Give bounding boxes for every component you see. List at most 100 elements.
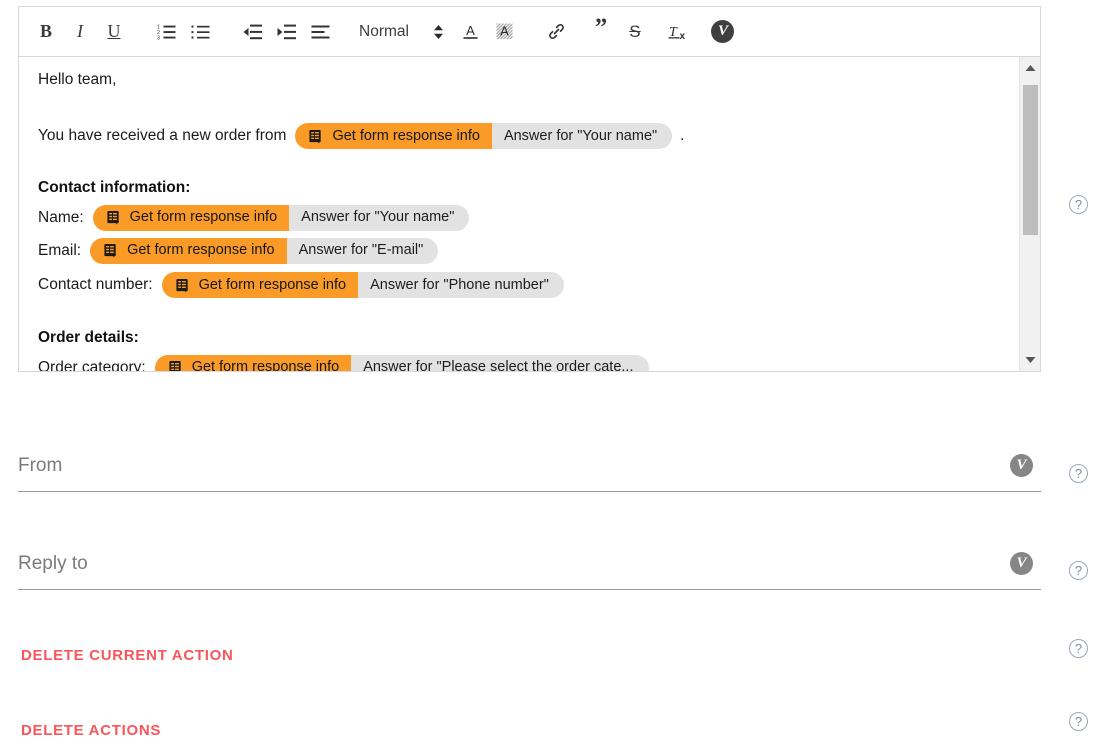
name-line: Name: Get form response info Answer for … xyxy=(38,202,1003,233)
token-answer-label: Answer for "Phone number" xyxy=(358,272,564,298)
help-from-icon[interactable]: ? xyxy=(1069,464,1088,483)
token-source-label: Get form response info xyxy=(332,127,480,144)
variable-picker-button[interactable]: V xyxy=(706,15,740,49)
token-source: Get form response info xyxy=(90,237,287,264)
help-delete-actions-icon[interactable]: ? xyxy=(1069,712,1088,731)
order-heading-text: Order details: xyxy=(38,329,139,347)
token-source-label: Get form response info xyxy=(127,242,275,259)
svg-text:A: A xyxy=(501,24,510,39)
outdent-button[interactable] xyxy=(235,15,269,49)
align-icon xyxy=(311,24,330,40)
editor-scrollbar[interactable] xyxy=(1019,57,1040,371)
svg-text:A: A xyxy=(467,23,476,38)
underline-icon: U xyxy=(107,21,121,41)
contact-heading-text: Contact information: xyxy=(38,178,191,196)
help-editor-icon[interactable]: ? xyxy=(1069,195,1088,214)
outdent-icon xyxy=(243,24,262,40)
text-color-button[interactable]: A xyxy=(454,15,488,49)
token-answer-label: Answer for "Your name" xyxy=(289,204,470,231)
token-source: Get form response info xyxy=(161,272,359,298)
order-category-label: Order category: xyxy=(38,358,146,371)
delete-current-action-button[interactable]: DELETE CURRENT ACTION xyxy=(21,647,233,664)
caret-up-icon xyxy=(1025,65,1036,71)
reply-to-field[interactable]: Reply to V xyxy=(18,544,1041,590)
bullet-list-icon xyxy=(191,23,210,40)
bold-button[interactable]: B xyxy=(29,15,63,49)
ordered-list-button[interactable]: 1 2 3 xyxy=(149,15,183,49)
paragraph-style-value: Normal xyxy=(359,22,409,40)
svg-text:x: x xyxy=(679,31,685,41)
italic-icon: I xyxy=(77,21,83,41)
token-source-label: Get form response info xyxy=(129,209,278,226)
token-pill-email[interactable]: Get form response info Answer for "E-mai… xyxy=(90,237,439,264)
token-pill-name[interactable]: Get form response info Answer for "Your … xyxy=(92,204,470,231)
editor-toolbar: B I U 1 2 3 Normal A A ” S T x V xyxy=(18,6,1041,56)
strikethrough-button[interactable]: S xyxy=(618,15,652,49)
delete-actions-button[interactable]: DELETE ACTIONS xyxy=(21,722,161,739)
align-button[interactable] xyxy=(303,15,337,49)
email-label: Email: xyxy=(38,241,82,259)
intro-prefix-text: You have received a new order from xyxy=(38,127,287,145)
link-icon xyxy=(547,22,566,41)
greeting-text: Hello team, xyxy=(38,71,117,89)
reply-to-variable-picker-button[interactable]: V xyxy=(1010,552,1033,575)
token-source-label: Get form response info xyxy=(191,359,340,371)
indent-icon xyxy=(277,24,296,40)
from-field-group: From V xyxy=(18,446,1041,492)
from-field[interactable]: From V xyxy=(18,446,1041,492)
link-button[interactable] xyxy=(540,15,574,49)
contact-number-label: Contact number: xyxy=(38,276,153,294)
paragraph-style-select[interactable]: Normal xyxy=(359,23,444,41)
contact-number-line: Contact number: Get form response info A… xyxy=(38,268,1003,302)
blockquote-button[interactable]: ” xyxy=(584,15,618,49)
form-response-icon xyxy=(103,243,118,258)
token-source: Get form response info xyxy=(154,354,352,371)
token-answer-label: Answer for "Please select the order cate… xyxy=(351,354,649,371)
bold-icon: B xyxy=(39,21,52,41)
svg-text:3: 3 xyxy=(157,36,160,41)
text-color-icon: A xyxy=(461,22,480,41)
intro-suffix-text: . xyxy=(680,127,685,145)
highlight-color-button[interactable]: A xyxy=(488,15,522,49)
blockquote-icon: ” xyxy=(594,13,608,41)
scroll-down-button[interactable] xyxy=(1020,351,1040,369)
clear-format-button[interactable]: T x xyxy=(662,15,696,49)
scroll-up-button[interactable] xyxy=(1020,59,1040,77)
contact-heading-line: Contact information: xyxy=(38,173,1003,202)
greeting-line: Hello team, xyxy=(38,67,1003,93)
token-pill-order-category[interactable]: Get form response info Answer for "Pleas… xyxy=(154,354,649,371)
email-body-content[interactable]: Hello team, You have received a new orde… xyxy=(19,57,1019,371)
ordered-list-icon: 1 2 3 xyxy=(157,23,176,40)
underline-button[interactable]: U xyxy=(97,15,131,49)
token-source-label: Get form response info xyxy=(198,276,347,293)
token-answer-label: Answer for "E-mail" xyxy=(286,237,439,264)
email-line: Email: Get form response info Answer for… xyxy=(38,233,1003,268)
form-response-icon xyxy=(106,210,121,225)
reply-to-field-group: Reply to V xyxy=(18,544,1041,590)
italic-button[interactable]: I xyxy=(63,15,97,49)
highlight-color-icon: A xyxy=(495,22,514,41)
token-source: Get form response info xyxy=(92,204,290,231)
strikethrough-icon: S xyxy=(629,21,641,41)
token-answer-label: Answer for "Your name" xyxy=(491,123,673,149)
caret-down-icon xyxy=(1025,357,1036,363)
help-delete-current-action-icon[interactable]: ? xyxy=(1069,639,1088,658)
clear-format-icon: T x xyxy=(668,22,690,41)
email-action-editor-page: B I U 1 2 3 Normal A A ” S T x V Hello t… xyxy=(0,0,1104,750)
reply-to-placeholder: Reply to xyxy=(18,553,88,574)
token-pill-intro-name[interactable]: Get form response info Answer for "Your … xyxy=(295,123,673,149)
scrollbar-thumb[interactable] xyxy=(1023,85,1038,235)
form-response-icon xyxy=(168,360,183,371)
from-placeholder: From xyxy=(18,455,63,476)
help-reply-to-icon[interactable]: ? xyxy=(1069,561,1088,580)
chevron-updown-icon xyxy=(433,24,444,40)
from-variable-picker-button[interactable]: V xyxy=(1010,454,1033,477)
token-pill-phone[interactable]: Get form response info Answer for "Phone… xyxy=(161,272,564,298)
variable-v-icon: V xyxy=(711,20,735,43)
bullet-list-button[interactable] xyxy=(183,15,217,49)
indent-button[interactable] xyxy=(269,15,303,49)
editor-body[interactable]: Hello team, You have received a new orde… xyxy=(18,56,1041,372)
